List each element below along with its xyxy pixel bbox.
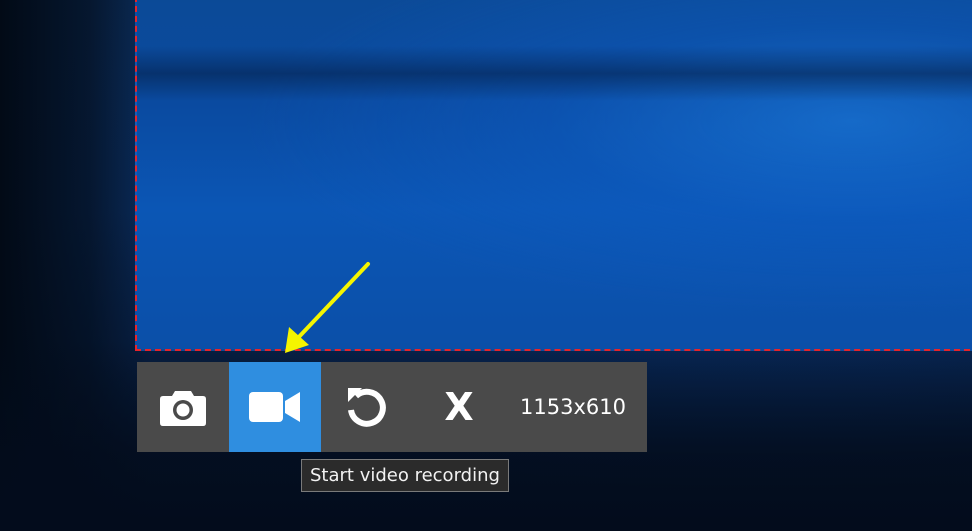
close-button[interactable]: X: [413, 362, 505, 452]
video-camera-icon: [249, 392, 300, 422]
camera-icon: [160, 391, 206, 426]
capture-toolbar: X 1153x610: [137, 362, 647, 452]
reset-button[interactable]: [321, 362, 413, 452]
selection-light-beam: [137, 46, 972, 101]
undo-icon: [348, 388, 386, 427]
selection-size-label: 1153x610: [520, 395, 626, 419]
tooltip: Start video recording: [301, 459, 509, 492]
screenshot-button[interactable]: [137, 362, 229, 452]
close-icon: X: [444, 385, 474, 429]
capture-selection-area[interactable]: [135, 0, 972, 351]
video-record-button[interactable]: [229, 362, 321, 452]
